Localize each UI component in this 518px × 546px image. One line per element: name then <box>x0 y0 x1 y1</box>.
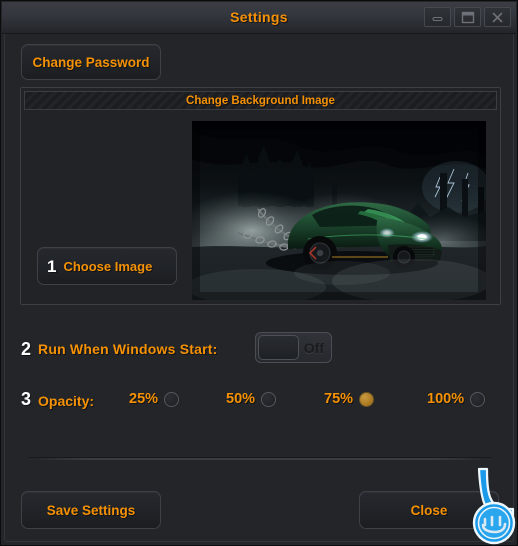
step-number-3: 3 <box>21 389 32 409</box>
opacity-option-100[interactable]: 100% <box>427 391 486 407</box>
change-password-button[interactable]: Change Password <box>21 44 161 80</box>
minimize-icon <box>432 16 443 21</box>
group-header-label: Change Background Image <box>186 94 335 107</box>
run-at-startup-label: Run When Windows Start: <box>38 341 218 357</box>
save-settings-label: Save Settings <box>46 502 136 518</box>
toggle-knob[interactable] <box>258 335 299 360</box>
maximize-icon <box>461 11 474 23</box>
toggle-state-label: Off <box>303 339 324 356</box>
save-settings-button[interactable]: Save Settings <box>21 491 161 529</box>
opacity-option-25-label: 25% <box>129 391 159 407</box>
minimize-button[interactable] <box>424 7 451 27</box>
opacity-option-75[interactable]: 75% <box>324 391 375 407</box>
step-number-2: 2 <box>21 339 32 359</box>
opacity-option-100-label: 100% <box>427 391 465 407</box>
opacity-radio-50[interactable] <box>261 391 277 407</box>
background-preview-graphic <box>192 121 486 300</box>
run-at-startup-toggle[interactable]: Off <box>255 332 332 363</box>
opacity-option-50-label: 50% <box>226 391 256 407</box>
opacity-option-75-label: 75% <box>324 391 354 407</box>
titlebar: Settings <box>2 2 516 34</box>
close-button-label: Close <box>410 502 448 518</box>
opacity-option-25[interactable]: 25% <box>129 391 180 407</box>
footer-separator <box>29 457 491 460</box>
step-number-1: 1 <box>47 256 57 276</box>
close-button[interactable]: Close <box>359 491 499 529</box>
opacity-radio-75[interactable] <box>359 391 375 407</box>
close-window-button[interactable] <box>484 7 511 27</box>
opacity-radio-25[interactable] <box>164 391 180 407</box>
opacity-radio-100[interactable] <box>470 391 486 407</box>
opacity-row: 3 Opacity: 25% 50% 75% 100% <box>21 388 496 416</box>
settings-window: Settings Change Password Change Backgrou… <box>0 0 518 546</box>
close-icon <box>492 12 503 22</box>
opacity-option-50[interactable]: 50% <box>226 391 277 407</box>
choose-image-label: Choose Image <box>63 258 153 274</box>
choose-image-button[interactable]: 1 Choose Image <box>37 247 177 285</box>
change-password-label: Change Password <box>32 54 150 70</box>
background-image-preview[interactable] <box>192 121 486 300</box>
opacity-label: Opacity: <box>38 393 95 409</box>
group-header: Change Background Image <box>24 91 497 110</box>
maximize-button[interactable] <box>454 7 481 27</box>
